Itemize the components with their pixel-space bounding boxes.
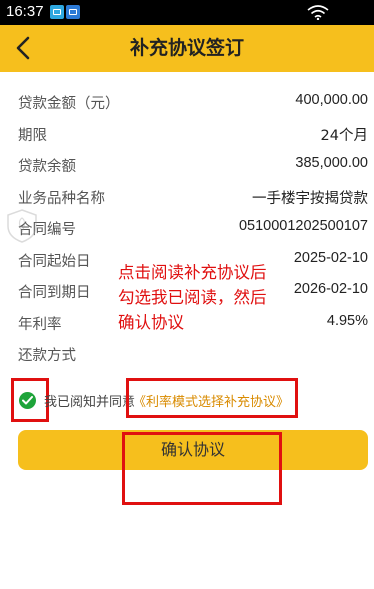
info-row-repayment-method: 还款方式 — [18, 338, 368, 370]
checkmark-icon — [19, 392, 36, 409]
app-notification-icon — [50, 5, 64, 19]
info-value: 4.95% — [326, 312, 368, 329]
annotation-line: 确认协议 — [118, 313, 184, 332]
header-bar: 补充协议签订 — [0, 25, 374, 72]
watermark-shield-icon — [7, 209, 37, 243]
info-label: 还款方式 — [18, 348, 76, 364]
info-value: 400,000.00 — [295, 92, 368, 108]
agree-text: 我已阅知并同意 — [44, 395, 136, 410]
instruction-annotation: 点击阅读补充协议后 勾选我已阅读，然后 确认协议 — [118, 260, 318, 335]
confirm-agreement-button[interactable]: 确认协议 — [18, 430, 368, 470]
info-value: 24个月 — [320, 127, 368, 144]
info-label: 贷款余额 — [18, 159, 76, 175]
info-label: 期限 — [18, 127, 47, 144]
info-row-product-name: 业务品种名称 一手楼宇按揭贷款 — [18, 181, 368, 213]
wifi-icon — [307, 5, 329, 20]
info-label: 合同到期日 — [18, 285, 91, 301]
info-label: 贷款金额（元） — [18, 96, 120, 112]
info-row-balance: 贷款余额 385,000.00 — [18, 149, 368, 181]
page-title: 补充协议签订 — [129, 37, 244, 59]
info-row-loan-amount: 贷款金额（元） 400,000.00 — [18, 86, 368, 118]
status-bar: 16:37 — [0, 0, 374, 25]
info-label: 年利率 — [18, 316, 62, 333]
info-label: 业务品种名称 — [18, 190, 105, 207]
info-row-contract-number: 合同编号 0510001202500107 — [18, 212, 368, 244]
agreement-row: 我已阅知并同意 《利率模式选择补充协议》 — [0, 378, 374, 422]
annotation-line: 勾选我已阅读，然后 — [118, 288, 267, 307]
info-value: 385,000.00 — [295, 155, 368, 171]
annotation-line: 点击阅读补充协议后 — [118, 263, 267, 282]
agreement-link[interactable]: 《利率模式选择补充协议》 — [133, 391, 289, 410]
info-label: 合同起始日 — [18, 253, 91, 270]
info-row-term: 期限 24个月 — [18, 118, 368, 150]
status-time: 16:37 — [6, 3, 44, 20]
info-value: 0510001202500107 — [238, 218, 368, 234]
message-notification-icon — [66, 5, 80, 19]
info-value: 一手楼宇按揭贷款 — [252, 190, 368, 207]
